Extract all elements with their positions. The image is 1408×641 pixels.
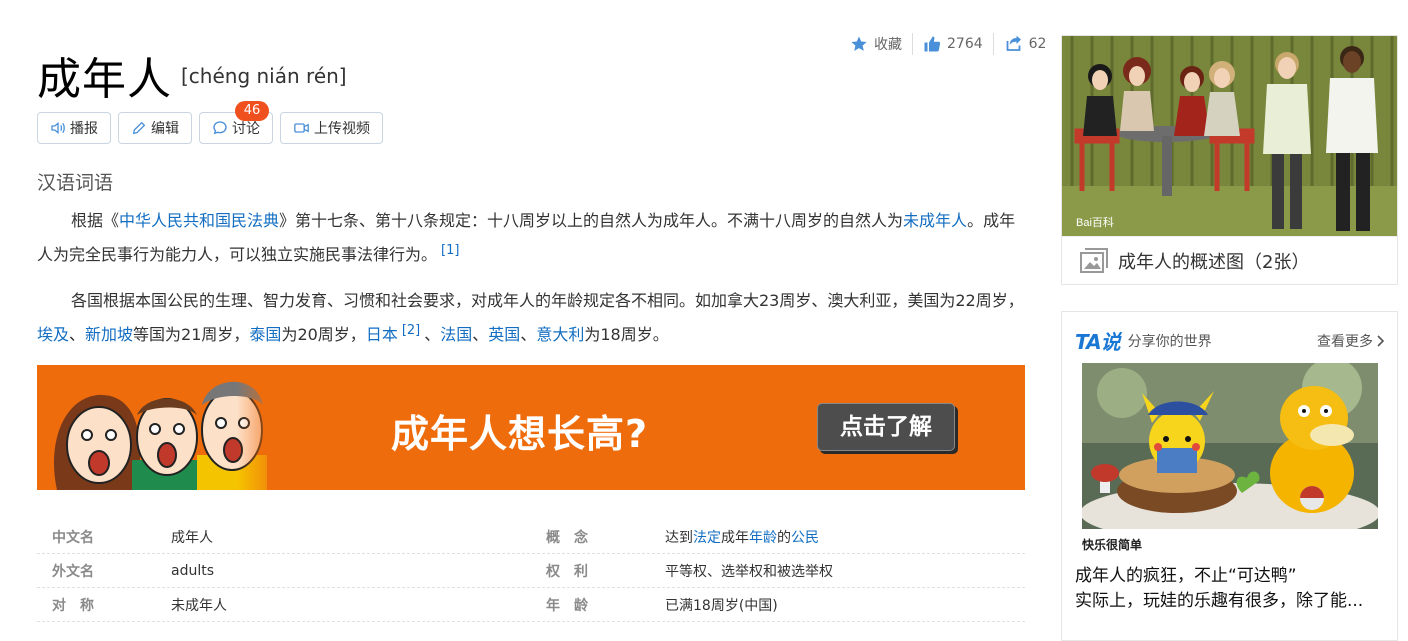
ad-banner[interactable]: 成年人想长高? 点击了解 [37,365,1025,490]
reference-1-link[interactable]: [1] [441,243,459,258]
para2-sep: 、 [69,325,86,344]
info-value-text: 成年 [721,529,749,546]
info-row: 中文名 成年人 概 念 达到法定成年年龄的公民 [37,520,1025,554]
info-row: 外文名 adults 权 利 平等权、选举权和被选举权 [37,554,1025,588]
info-value: 平等权、选举权和被选举权 [665,563,833,580]
summary-paragraph-2: 各国根据本国公民的生理、智力发育、习惯和社会要求，对成年人的年龄规定各不相同。如… [37,286,1027,350]
speech-bubble-icon [213,121,227,135]
info-value-text: 的 [777,529,791,546]
info-value: 达到法定成年年龄的公民 [665,527,819,547]
play-button[interactable]: 播报 [37,112,111,144]
summary-picture-card[interactable]: Bai百科 成年人的概述图（2张） [1061,35,1398,285]
info-key: 中文名 [52,529,94,546]
upload-video-button[interactable]: 上传视频 [280,112,383,144]
like-count: 2764 [947,36,983,52]
ta-post-description[interactable]: 实际上，玩娃的乐趣有很多，除了能... [1075,586,1363,611]
info-key: 外文名 [52,563,94,580]
discuss-count-badge: 46 [235,101,269,121]
info-key: 对 称 [52,597,94,614]
banner-cta-button[interactable]: 点击了解 [817,403,955,451]
article-stats: 收藏 2764 62 [850,33,1046,55]
summary-picture-caption[interactable]: 成年人的概述图（2张） [1062,236,1397,284]
info-value: adults [171,562,215,579]
para1-text-1: 根据《 [71,211,120,230]
share-icon [1006,35,1021,51]
share-button[interactable]: 62 [1004,35,1047,53]
thumbs-up-icon [924,36,941,52]
edit-label: 编辑 [151,121,179,137]
ta-post-title[interactable]: 成年人的疯狂，不止“可达鸭” [1075,561,1297,586]
summary-paragraph-1: 根据《中华人民共和国民法典》第十七条、第十八条规定：十八周岁以上的自然人为成年人… [37,206,1027,270]
thailand-link[interactable]: 泰国 [249,325,281,344]
adults-party-illustration: Bai百科 [1062,36,1397,236]
info-value: 已满18周岁(中国) [665,597,778,614]
banner-headline: 成年人想长高? [391,412,649,456]
video-camera-icon [294,123,309,133]
info-row: 对 称 未成年人 年 龄 已满18周岁(中国) [37,588,1025,622]
citizen-link[interactable]: 公民 [791,530,819,546]
para2-sep: 、 [424,325,441,344]
play-label: 播报 [70,121,98,137]
para1-text-2: 》第十七条、第十八条规定：十八周岁以上的自然人为成年人。不满十八周岁的自然人为 [279,211,904,230]
pencil-icon [132,121,146,135]
age-link[interactable]: 年龄 [749,530,777,546]
minor-link[interactable]: 未成年人 [903,211,967,230]
stat-divider [912,33,913,55]
para2-text-2: 等国为21周岁， [133,325,250,344]
egypt-link[interactable]: 埃及 [37,325,69,344]
france-link[interactable]: 法国 [440,325,472,344]
info-key: 概 念 [546,529,588,546]
ta-card-header: TA说 分享你的世界 查看更多 [1075,326,1385,355]
picture-watermark: Bai百科 [1076,215,1114,229]
share-count: 62 [1028,36,1047,52]
para2-sep: 、 [520,325,537,344]
discuss-button[interactable]: 讨论 46 [199,101,273,144]
summary-picture-caption-text: 成年人的概述图（2张） [1118,251,1310,273]
ta-post-image[interactable] [1082,363,1378,529]
para2-sep: 、 [472,325,489,344]
ta-slogan: 分享你的世界 [1127,333,1212,350]
favorite-label: 收藏 [874,37,902,53]
discuss-label: 讨论 [232,121,260,137]
para2-text-3: 为20周岁， [281,325,366,344]
statutory-link[interactable]: 法定 [693,530,721,546]
pinyin: [chéng nián rén] [181,64,347,88]
favorite-button[interactable]: 收藏 [850,34,902,54]
ta-share-card: TA说 分享你的世界 查看更多 快乐很简单 成年人的疯狂，不止“可达鸭” 实际上… [1061,311,1398,641]
ta-logo: TA说 [1075,330,1121,354]
stat-divider [992,33,994,55]
info-key: 年 龄 [546,597,588,614]
italy-link[interactable]: 意大利 [536,325,584,344]
chevron-right-icon [1377,334,1385,347]
antonym-link[interactable]: 未成年人 [171,595,546,615]
star-icon [851,36,867,51]
like-button[interactable]: 2764 [923,35,983,53]
action-toolbar: 播报 编辑 讨论 46 上传视频 [37,101,383,144]
toy-figures-photo [1082,363,1378,529]
image-gallery-icon [1080,247,1108,273]
para2-text-4: 为18周岁。 [584,325,669,344]
reference-2-link[interactable]: [2] [402,323,420,338]
uk-link[interactable]: 英国 [488,325,520,344]
basic-info-table: 中文名 成年人 概 念 达到法定成年年龄的公民 外文名 adults 权 利 平… [37,520,1025,622]
cartoon-faces-illustration [53,365,287,490]
word-category: 汉语词语 [37,172,114,194]
japan-link[interactable]: 日本 [366,325,398,344]
para2-text-1: 各国根据本国公民的生理、智力发育、习惯和社会要求，对成年人的年龄规定各不相同。如… [71,291,1024,310]
ta-view-more-label: 查看更多 [1317,333,1373,350]
ta-post-author[interactable]: 快乐很简单 [1082,536,1142,553]
page-title: 成年人 [37,54,172,105]
upload-video-label: 上传视频 [314,121,370,137]
info-value: 成年人 [171,529,213,546]
summary-picture[interactable]: Bai百科 [1062,36,1397,236]
info-value-text: 达到 [665,529,693,546]
speaker-icon [51,121,65,135]
edit-button[interactable]: 编辑 [118,112,192,144]
ta-view-more-link[interactable]: 查看更多 [1317,331,1385,351]
info-key: 权 利 [546,563,588,580]
singapore-link[interactable]: 新加坡 [85,325,133,344]
civil-code-link[interactable]: 中华人民共和国民法典 [119,211,279,230]
